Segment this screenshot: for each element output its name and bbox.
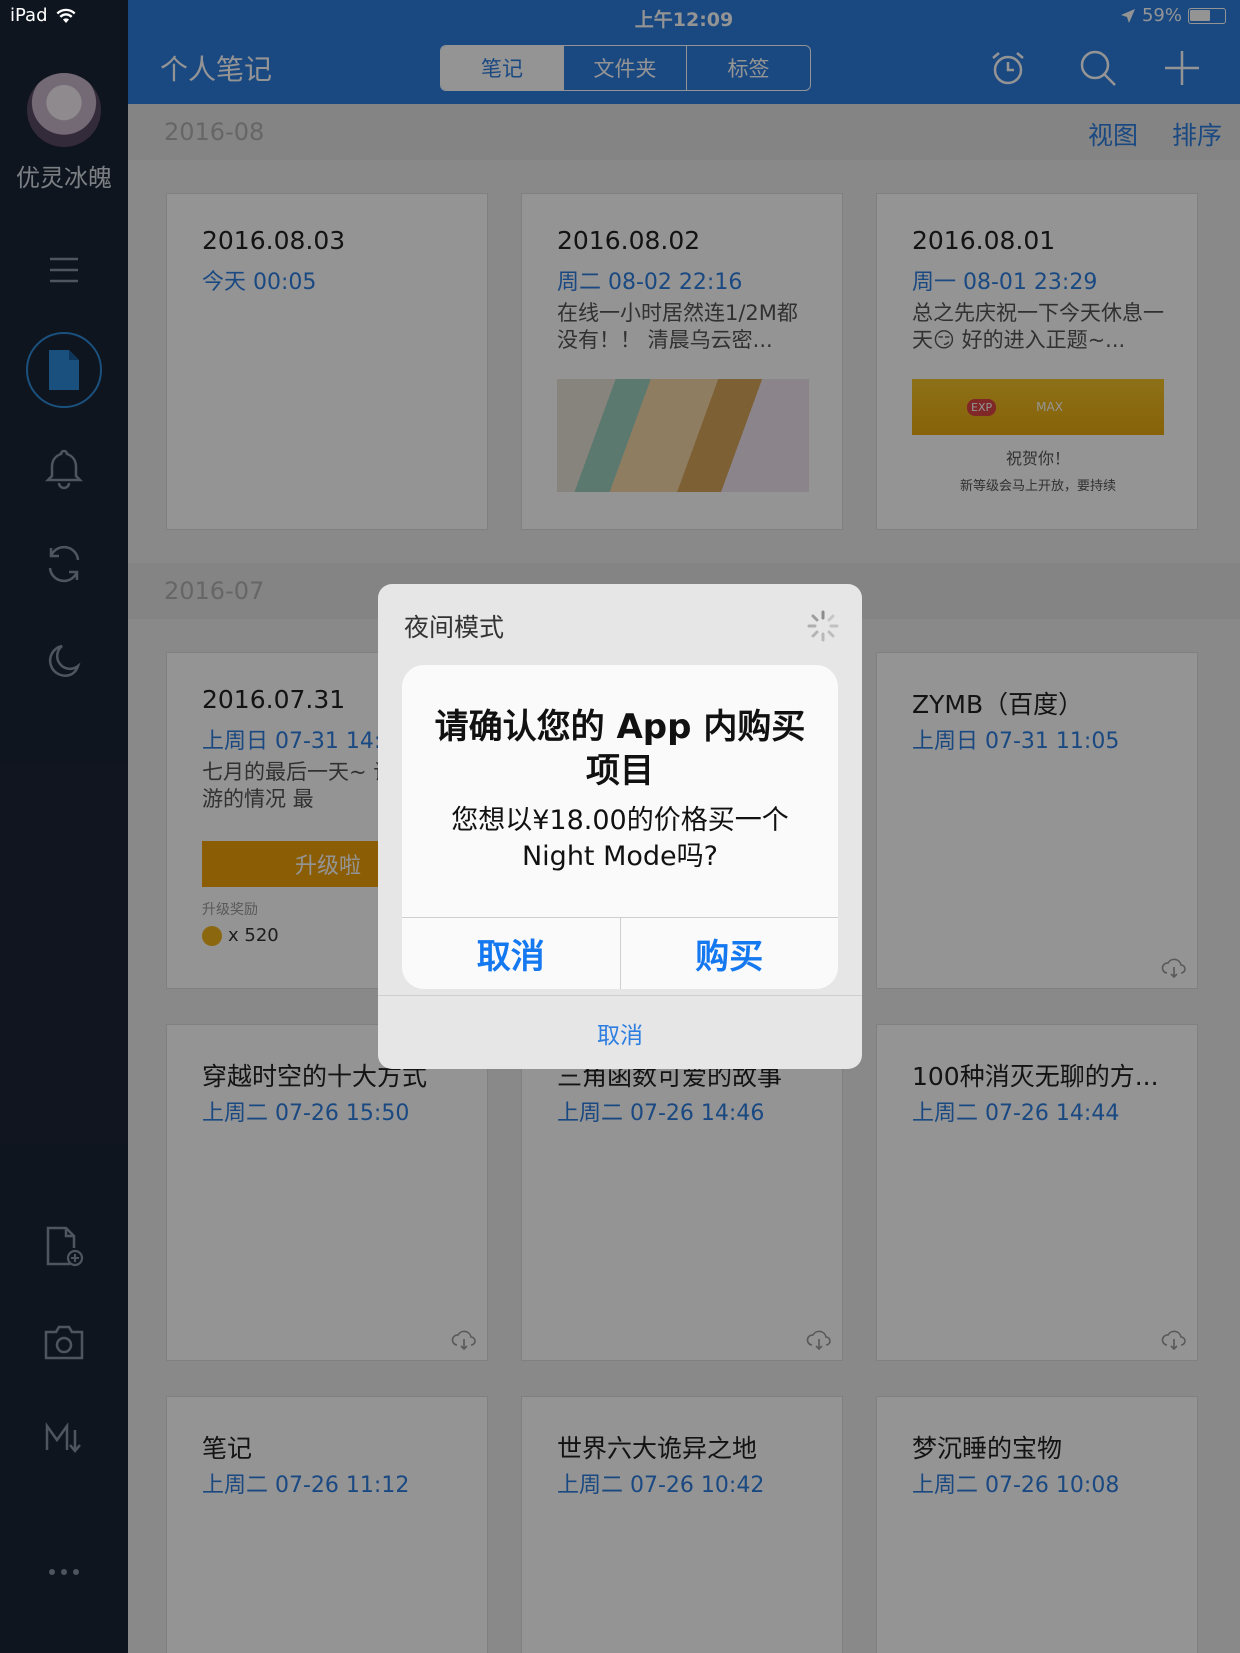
alert-message: 您想以¥18.00的价格买一个Night Mode吗? [451, 805, 789, 872]
wifi-icon [56, 8, 76, 23]
sheet-cancel-button[interactable]: 取消 [378, 995, 862, 1069]
spinner-icon [807, 610, 839, 642]
purchase-alert: 请确认您的 App 内购买项目 您想以¥18.00的价格买一个Night Mod… [402, 665, 838, 989]
cancel-button[interactable]: 取消 [402, 918, 621, 989]
device-label: iPad [10, 5, 48, 26]
app-window: iPad 优灵冰魄 上午12:09 59% 个人笔记 笔记 文件夹 标签 201… [0, 0, 1240, 1653]
alert-title: 请确认您的 App 内购买项目 [434, 707, 806, 791]
sheet-title: 夜间模式 [404, 613, 505, 642]
status-left: iPad [10, 5, 76, 26]
alert-buttons: 取消 购买 [402, 917, 838, 989]
buy-button[interactable]: 购买 [621, 918, 839, 989]
